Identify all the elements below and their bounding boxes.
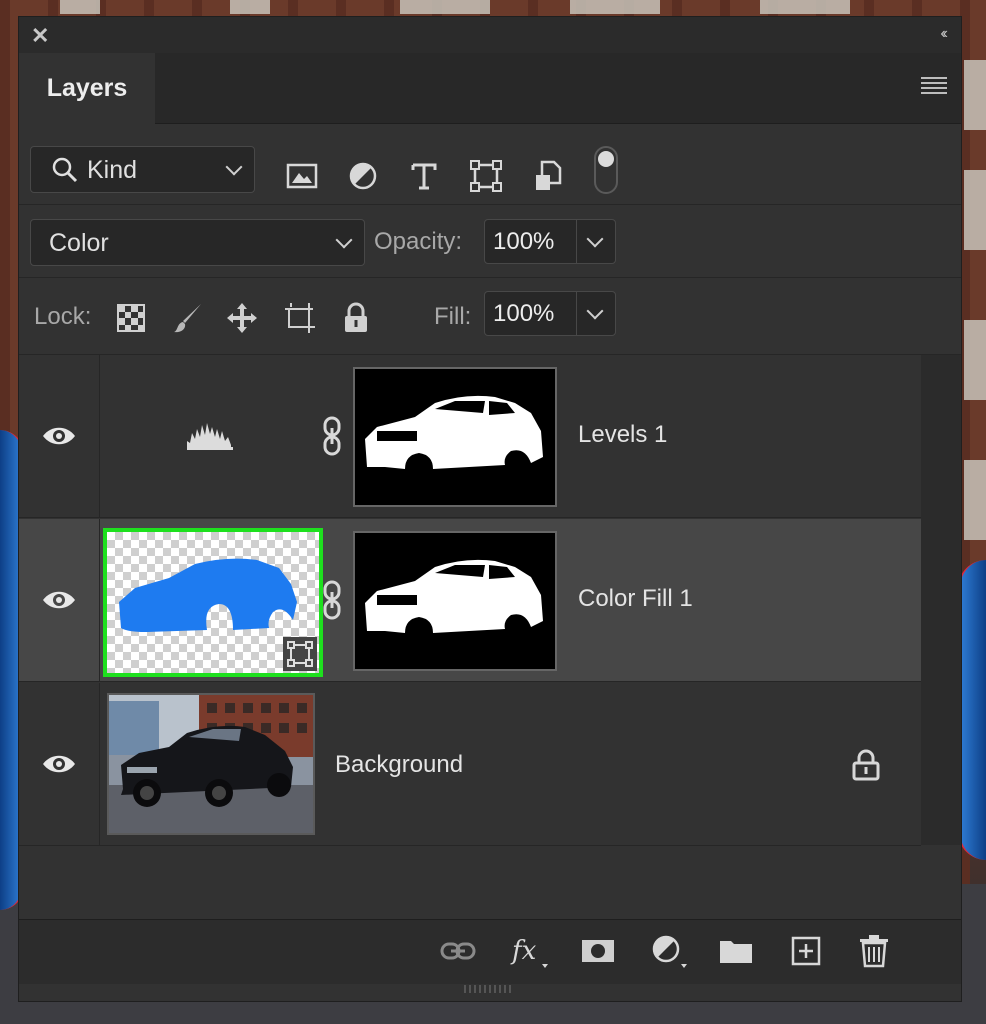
close-icon[interactable]: ✕ <box>31 23 49 49</box>
opacity-value: 100% <box>493 228 555 255</box>
visibility-eye-icon[interactable] <box>41 587 77 613</box>
lock-label: Lock: <box>34 303 92 330</box>
mask-link-icon[interactable] <box>321 580 343 620</box>
resize-grip[interactable] <box>464 985 514 993</box>
new-group-folder-icon[interactable] <box>717 932 755 970</box>
layer-row-levels[interactable]: Levels 1 <box>19 355 921 518</box>
lock-position-move-icon[interactable] <box>225 301 259 335</box>
fill-field[interactable]: 100% <box>484 291 616 336</box>
blend-mode-dropdown[interactable]: Color <box>30 219 365 266</box>
filter-kind-dropdown[interactable]: Kind <box>30 146 255 193</box>
delete-layer-trash-icon[interactable] <box>855 932 893 970</box>
lock-artboard-icon[interactable] <box>283 301 317 335</box>
chevron-down-icon[interactable] <box>586 230 604 248</box>
search-icon <box>52 157 78 183</box>
chevron-down-icon <box>225 158 243 176</box>
type-layer-filter-icon[interactable] <box>407 159 441 193</box>
new-layer-icon[interactable] <box>787 932 825 970</box>
layer-row-color-fill[interactable]: Color Fill 1 <box>19 519 921 682</box>
lock-transparent-pixels-icon[interactable] <box>114 301 148 335</box>
opacity-field[interactable]: 100% <box>484 219 616 264</box>
opacity-label: Opacity: <box>374 228 463 255</box>
layer-name[interactable]: Levels 1 <box>578 421 667 449</box>
panel-titlebar: ✕ ‹‹ <box>19 17 961 53</box>
blend-mode-value: Color <box>49 229 109 257</box>
filter-toggle-switch[interactable] <box>594 146 618 194</box>
layers-panel: ✕ ‹‹ Layers Kind Color Opacity: 100% Loc… <box>18 16 962 1002</box>
panel-tab-row: Layers <box>19 53 961 124</box>
car-silhouette-mask <box>365 559 543 633</box>
layers-scrollbar[interactable] <box>921 355 961 845</box>
chevron-down-icon <box>335 231 353 249</box>
visibility-eye-icon[interactable] <box>41 751 77 777</box>
layer-name[interactable]: Color Fill 1 <box>578 585 693 613</box>
filter-kind-label: Kind <box>87 156 138 184</box>
add-layer-mask-icon[interactable] <box>579 932 617 970</box>
lock-image-pixels-brush-icon[interactable] <box>171 301 205 335</box>
blend-row: Color Opacity: 100% <box>19 205 961 278</box>
layers-bottom-toolbar: fx <box>19 919 961 984</box>
lock-row: Lock: Fill: 100% <box>19 278 961 355</box>
shape-layer-filter-icon[interactable] <box>469 159 503 193</box>
layer-mask-thumbnail[interactable] <box>353 367 557 507</box>
visibility-eye-icon[interactable] <box>41 423 77 449</box>
panel-menu-icon[interactable] <box>921 77 947 97</box>
color-fill-thumbnail[interactable] <box>103 528 323 677</box>
filter-row: Kind <box>19 124 961 205</box>
tab-layers[interactable]: Layers <box>19 53 155 124</box>
pixel-layer-filter-icon[interactable] <box>285 159 319 193</box>
fill-value: 100% <box>493 300 555 327</box>
car-silhouette-mask <box>365 395 543 469</box>
lock-all-icon[interactable] <box>339 301 373 335</box>
smart-object-filter-icon[interactable] <box>532 159 566 193</box>
svg-text:fx: fx <box>510 936 537 966</box>
transform-icon <box>283 637 317 671</box>
collapse-panel-icon[interactable]: ‹‹ <box>940 25 947 43</box>
adjustment-layer-filter-icon[interactable] <box>346 159 380 193</box>
new-adjustment-layer-icon[interactable] <box>649 932 687 970</box>
background-photo-thumbnail[interactable] <box>107 693 315 835</box>
fx-layer-style-icon[interactable]: fx <box>510 932 548 970</box>
layer-name[interactable]: Background <box>335 751 463 779</box>
car-body-right <box>958 560 986 860</box>
levels-histogram-icon <box>187 423 233 450</box>
link-layers-icon[interactable] <box>439 932 477 970</box>
layer-locked-icon[interactable] <box>851 749 881 781</box>
layer-mask-thumbnail[interactable] <box>353 531 557 671</box>
fill-label: Fill: <box>434 303 472 330</box>
car-photo <box>109 695 313 833</box>
layers-list: Levels 1 Color Fill 1 Background <box>19 355 921 846</box>
mask-link-icon[interactable] <box>321 416 343 456</box>
chevron-down-icon[interactable] <box>586 302 604 320</box>
layer-row-background[interactable]: Background <box>19 683 921 846</box>
